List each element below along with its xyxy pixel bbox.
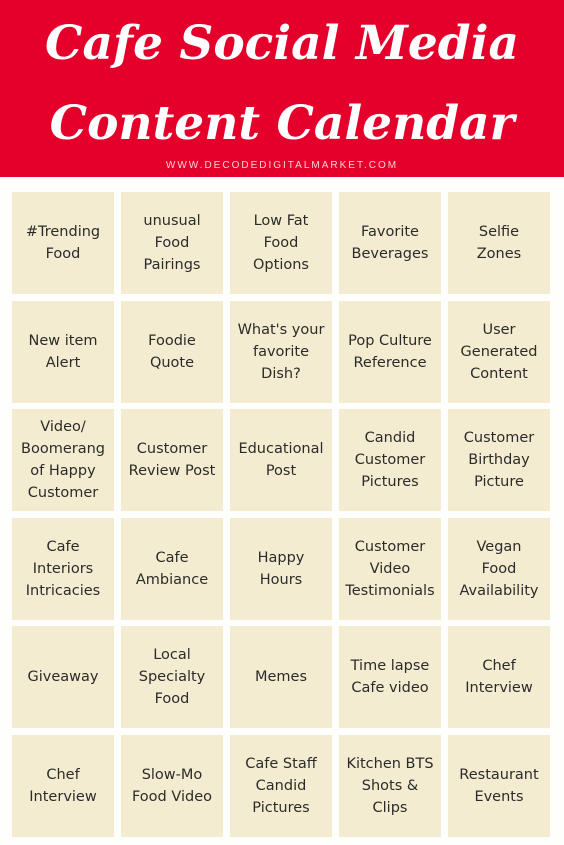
calendar-cell: New item Alert [12,300,114,403]
calendar-cell-text: Pop Culture Reference [348,332,432,371]
calendar-cell: Cafe Ambiance [121,517,223,620]
calendar-cell: Time lapse Cafe video [339,626,441,728]
calendar-cell: Restaurant Events [448,734,550,837]
calendar-cell-text: #Trending Food [25,224,101,262]
calendar-cell: Selfie Zones [448,192,550,294]
header-banner: Cafe Social Media Content Calendar WWW.D… [0,0,564,177]
calendar-cell: Giveaway [12,626,114,728]
website-url: WWW.DECODEDIGITALMARKET.COM [165,160,399,171]
calendar-cell-text: Cafe Staff Candid Pictures [245,755,317,816]
calendar-cell: Customer Birthday Picture [448,409,550,511]
calendar-cell: Pop Culture Reference [339,300,441,403]
calendar-cell-text: Time lapse Cafe video [350,658,430,696]
calendar-cell-text: Memes [254,669,308,685]
calendar-cell: Low Fat Food Options [230,192,332,294]
calendar-cell: Educational Post [230,409,332,511]
calendar-cell-text: unusual Food Pairings [143,213,201,273]
calendar-cell-text: Slow-Mo Food Video [131,766,212,805]
calendar-cell-text: Favorite Beverages [351,224,429,262]
calendar-cell: Slow-Mo Food Video [121,734,223,837]
calendar-cell: User Generated Content [448,300,550,403]
calendar-cell-text: Happy Hours [257,549,305,588]
calendar-cell-text: Local Specialty Food [138,647,206,707]
calendar-cell: Kitchen BTS Shots & Clips [339,734,441,837]
calendar-cell: Chef Interview [12,734,114,837]
calendar-cell: Customer Review Post [121,409,223,511]
calendar-cell-text: Video/ Boomerang of Happy Customer [21,419,105,501]
calendar-cell-text: Candid Customer Pictures [354,430,426,490]
calendar-cell-text: Selfie Zones [476,224,522,262]
calendar-cell: Happy Hours [230,517,332,620]
page-title-line-1: Cafe Social Media [45,16,519,71]
calendar-cell-text: Chef Interview [29,766,97,805]
calendar-cell: unusual Food Pairings [121,192,223,294]
calendar-cell-text: Chef Interview [465,658,533,696]
calendar-cell-text: Customer Video Testimonials [345,538,435,599]
calendar-cell-text: Foodie Quote [148,332,196,371]
calendar-cell: Video/ Boomerang of Happy Customer [12,409,114,511]
calendar-cell-text: What's your favorite Dish? [237,321,325,382]
calendar-cell-text: Low Fat Food Options [253,213,309,273]
calendar-cell: What's your favorite Dish? [230,300,332,403]
calendar-cell-text: Cafe Interiors Intricacies [25,538,101,599]
calendar-cell-text: Restaurant Events [459,766,539,805]
calendar-cell-text: Vegan Food Availability [459,538,539,599]
calendar-cell: Memes [230,626,332,728]
content-calendar-grid: #Trending Food unusual Food Pairings Low F… [12,192,550,837]
calendar-cell: Candid Customer Pictures [339,409,441,511]
calendar-cell-text: Giveaway [27,669,99,685]
calendar-cell-text: Educational Post [238,441,324,479]
page-title-line-2: Content Calendar [49,96,515,151]
calendar-cell-text: Cafe Ambiance [135,549,209,588]
calendar-cell-text: Customer Review Post [128,441,216,479]
calendar-cell: Foodie Quote [121,300,223,403]
calendar-cell-text: Kitchen BTS Shots & Clips [346,755,434,816]
calendar-cell-text: Customer Birthday Picture [463,430,535,490]
calendar-cell: #Trending Food [12,192,114,294]
calendar-cell: Vegan Food Availability [448,517,550,620]
calendar-cell: Favorite Beverages [339,192,441,294]
calendar-cell: Customer Video Testimonials [339,517,441,620]
calendar-cell: Chef Interview [448,626,550,728]
calendar-cell: Cafe Staff Candid Pictures [230,734,332,837]
calendar-cell-text: User Generated Content [460,321,538,382]
calendar-cell: Local Specialty Food [121,626,223,728]
calendar-cell: Cafe Interiors Intricacies [12,517,114,620]
calendar-cell-text: New item Alert [28,332,98,371]
